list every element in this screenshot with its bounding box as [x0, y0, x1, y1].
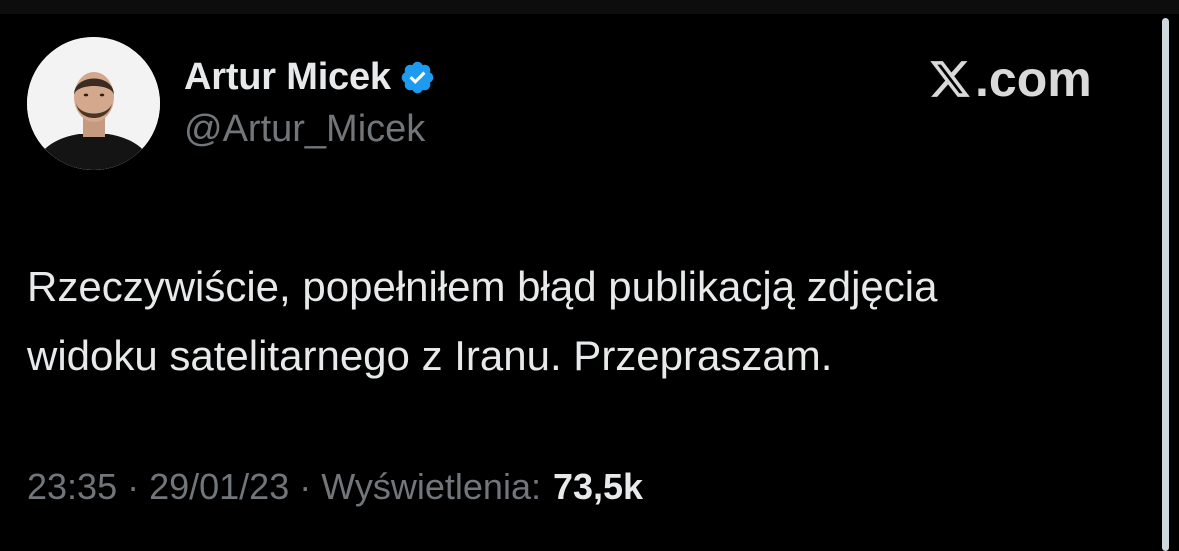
meta-separator: · — [299, 466, 312, 507]
author-display-name[interactable]: Artur Micek — [184, 56, 391, 99]
tweet-date[interactable]: 29/01/23 — [149, 466, 289, 508]
brand-domain-label: .com — [975, 51, 1092, 107]
x-logo-icon — [930, 61, 970, 97]
top-strip — [0, 0, 1179, 14]
tweet-text: Rzeczywiście, popełniłem błąd publikacją… — [27, 252, 1147, 390]
tweet-text-line: widoku satelitarnego z Iranu. Przeprasza… — [27, 332, 833, 379]
brand-watermark: .com — [927, 51, 1092, 107]
tweet-text-line: Rzeczywiście, popełniłem błąd publikacją… — [27, 263, 938, 310]
avatar[interactable] — [27, 37, 160, 170]
author-name-row[interactable]: Artur Micek — [184, 54, 436, 100]
scrollbar[interactable] — [1162, 18, 1169, 551]
avatar-portrait — [27, 37, 160, 170]
views-count[interactable]: 73,5k — [553, 466, 643, 508]
views-label: Wyświetlenia: — [321, 466, 541, 507]
verified-badge-icon — [401, 61, 434, 93]
tweet-meta: 23:35 · 29/01/23 · Wyświetlenia: 73,5k — [27, 464, 643, 510]
meta-separator: · — [127, 466, 140, 507]
tweet-time[interactable]: 23:35 — [27, 466, 117, 508]
author-handle[interactable]: @Artur_Micek — [184, 108, 425, 151]
